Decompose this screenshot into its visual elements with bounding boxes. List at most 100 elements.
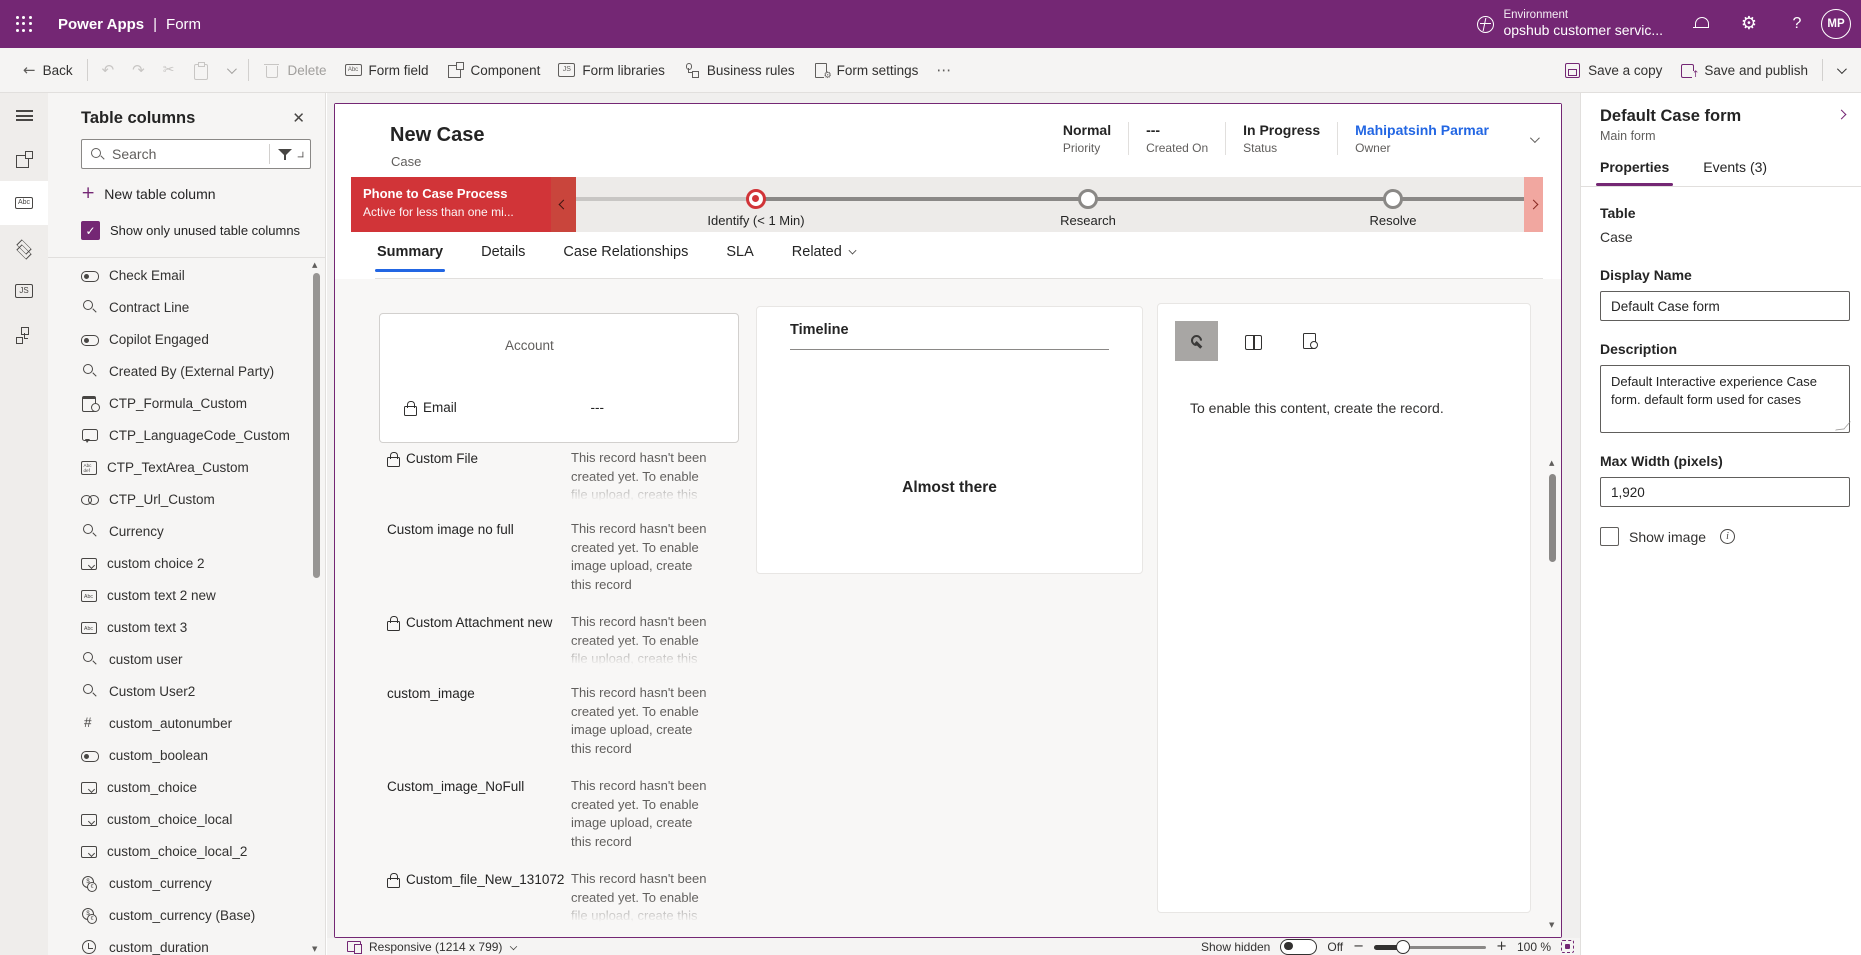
form-libraries-button[interactable]: Form libraries: [549, 54, 674, 86]
table-column-item[interactable]: custom_boolean: [48, 739, 309, 771]
field-row[interactable]: custom_image This record hasn't been cre…: [387, 684, 732, 758]
search-input[interactable]: Search: [81, 139, 311, 169]
table-column-item[interactable]: custom user: [48, 643, 309, 675]
table-column-item[interactable]: custom_choice_local_2: [48, 835, 309, 867]
table-column-item[interactable]: Check Email: [48, 259, 309, 291]
max-width-input[interactable]: 1,920: [1600, 477, 1850, 507]
table-column-item[interactable]: custom text 3: [48, 611, 309, 643]
bpf-stage-dot[interactable]: [1383, 189, 1403, 209]
save-and-publish-button[interactable]: Save and publish: [1671, 54, 1817, 86]
environment-picker[interactable]: Environment opshub customer servic...: [1463, 0, 1677, 48]
timeline-card[interactable]: Timeline Almost there: [756, 306, 1143, 574]
rail-menu-button[interactable]: [0, 93, 48, 137]
new-table-column-button[interactable]: + New table column: [81, 185, 216, 202]
info-icon[interactable]: i: [1720, 529, 1735, 544]
table-column-item[interactable]: Copilot Engaged: [48, 323, 309, 355]
save-options-dropdown[interactable]: [1828, 54, 1853, 86]
canvas-scrollbar[interactable]: ▲ ▼: [1546, 457, 1559, 931]
scrollbar-thumb[interactable]: [313, 273, 320, 578]
header-field[interactable]: Mahipatsinh Parmar Owner: [1338, 122, 1506, 155]
field-row[interactable]: Custom File This record hasn't been crea…: [387, 449, 732, 501]
bpf-stage[interactable]: Research: [978, 177, 1198, 228]
table-column-item[interactable]: CTP_TextArea_Custom: [48, 451, 309, 483]
table-column-item[interactable]: CTP_LanguageCode_Custom: [48, 419, 309, 451]
zoom-slider-knob[interactable]: [1396, 940, 1410, 954]
field-row[interactable]: Custom Attachment new This record hasn't…: [387, 613, 732, 665]
properties-tab[interactable]: Properties: [1600, 159, 1669, 186]
table-column-item[interactable]: Contract Line: [48, 291, 309, 323]
form-tab[interactable]: Details: [479, 234, 527, 272]
table-column-item[interactable]: custom_currency (Base): [48, 899, 309, 931]
bpf-stage[interactable]: Resolve: [1283, 177, 1503, 228]
form-tab[interactable]: SLA: [724, 234, 755, 272]
rail-table-columns-button[interactable]: Abc: [0, 181, 48, 225]
zoom-out-button[interactable]: −: [1353, 939, 1364, 954]
filter-icon[interactable]: [278, 148, 293, 161]
table-column-item[interactable]: custom text 2 new: [48, 579, 309, 611]
table-column-item[interactable]: custom_autonumber: [48, 707, 309, 739]
panel-scrollbar[interactable]: ▲ ▼: [309, 259, 323, 955]
bpf-next-stage-button[interactable]: [1524, 177, 1543, 232]
zoom-in-button[interactable]: +: [1496, 939, 1507, 954]
form-tab[interactable]: Summary: [375, 234, 445, 272]
paste-dropdown[interactable]: [218, 54, 243, 86]
rail-form-libraries-button[interactable]: JS: [0, 269, 48, 313]
table-column-item[interactable]: custom_choice: [48, 771, 309, 803]
account-section-card[interactable]: Account Email ---: [379, 313, 739, 443]
redo-button[interactable]: ↷: [123, 54, 154, 86]
display-name-input[interactable]: Default Case form: [1600, 291, 1850, 321]
header-field[interactable]: In Progress Status: [1226, 122, 1338, 155]
filter-chevron-icon[interactable]: [298, 151, 304, 157]
scroll-up-icon[interactable]: ▲: [1549, 459, 1554, 467]
component-button[interactable]: Component: [438, 54, 550, 86]
email-field-row[interactable]: Email ---: [404, 400, 714, 415]
field-row[interactable]: Custom_file_New_131072 This record hasn'…: [387, 870, 732, 922]
tools-tab-button[interactable]: [1175, 321, 1218, 361]
table-column-item[interactable]: custom_duration: [48, 931, 309, 955]
form-settings-button[interactable]: Form settings: [804, 54, 928, 86]
header-field[interactable]: Normal Priority: [1046, 122, 1129, 155]
show-hidden-toggle[interactable]: [1280, 939, 1317, 955]
undo-button[interactable]: ↶: [93, 54, 124, 86]
rail-components-button[interactable]: [0, 137, 48, 181]
cut-button[interactable]: ✂: [154, 54, 184, 86]
field-row[interactable]: Custom_image_NoFull This record hasn't b…: [387, 777, 732, 851]
scroll-down-icon[interactable]: ▼: [1549, 921, 1554, 929]
show-unused-checkbox[interactable]: ✓ Show only unused table columns: [81, 221, 300, 240]
table-column-item[interactable]: custom_currency: [48, 867, 309, 899]
table-column-item[interactable]: Currency: [48, 515, 309, 547]
fit-to-screen-button[interactable]: [1561, 940, 1574, 953]
avatar[interactable]: MP: [1821, 9, 1851, 39]
table-column-item[interactable]: CTP_Formula_Custom: [48, 387, 309, 419]
close-panel-button[interactable]: ✕: [286, 107, 311, 129]
table-column-item[interactable]: custom_choice_local: [48, 803, 309, 835]
settings-button[interactable]: ⚙: [1725, 0, 1773, 48]
notifications-button[interactable]: [1677, 0, 1725, 48]
table-column-item[interactable]: CTP_Url_Custom: [48, 483, 309, 515]
table-column-item[interactable]: custom choice 2: [48, 547, 309, 579]
form-field-button[interactable]: Form field: [336, 54, 438, 86]
bpf-stage-dot[interactable]: [746, 189, 766, 209]
responsive-size-selector[interactable]: Responsive (1214 x 799): [347, 940, 517, 954]
paste-button[interactable]: [183, 54, 218, 86]
bpf-collapse-button[interactable]: [551, 177, 576, 232]
case-search-tab-button[interactable]: [1289, 321, 1332, 361]
properties-tab[interactable]: Events (3): [1703, 159, 1767, 186]
bpf-stage-dot[interactable]: [1078, 189, 1098, 209]
form-preview[interactable]: New Case Case Normal Priority --- Create…: [334, 103, 1562, 938]
related-content-card[interactable]: To enable this content, create the recor…: [1157, 303, 1531, 913]
delete-button[interactable]: Delete: [254, 54, 335, 86]
expand-panel-chevron[interactable]: [1837, 110, 1847, 120]
description-textarea[interactable]: Default Interactive experience Case form…: [1600, 365, 1850, 433]
save-a-copy-button[interactable]: Save a copy: [1555, 54, 1671, 86]
form-header[interactable]: New Case Case Normal Priority --- Create…: [335, 104, 1561, 175]
table-column-item[interactable]: Custom User2: [48, 675, 309, 707]
scrollbar-thumb[interactable]: [1549, 474, 1556, 562]
show-image-checkbox[interactable]: [1600, 527, 1619, 546]
scroll-up-icon[interactable]: ▲: [312, 261, 317, 269]
field-row[interactable]: Custom image no full This record hasn't …: [387, 520, 732, 594]
knowledge-tab-button[interactable]: [1232, 321, 1275, 361]
table-column-item[interactable]: Created By (External Party): [48, 355, 309, 387]
rail-business-rules-button[interactable]: [0, 313, 48, 357]
bpf-process-box[interactable]: Phone to Case Process Active for less th…: [351, 177, 551, 232]
